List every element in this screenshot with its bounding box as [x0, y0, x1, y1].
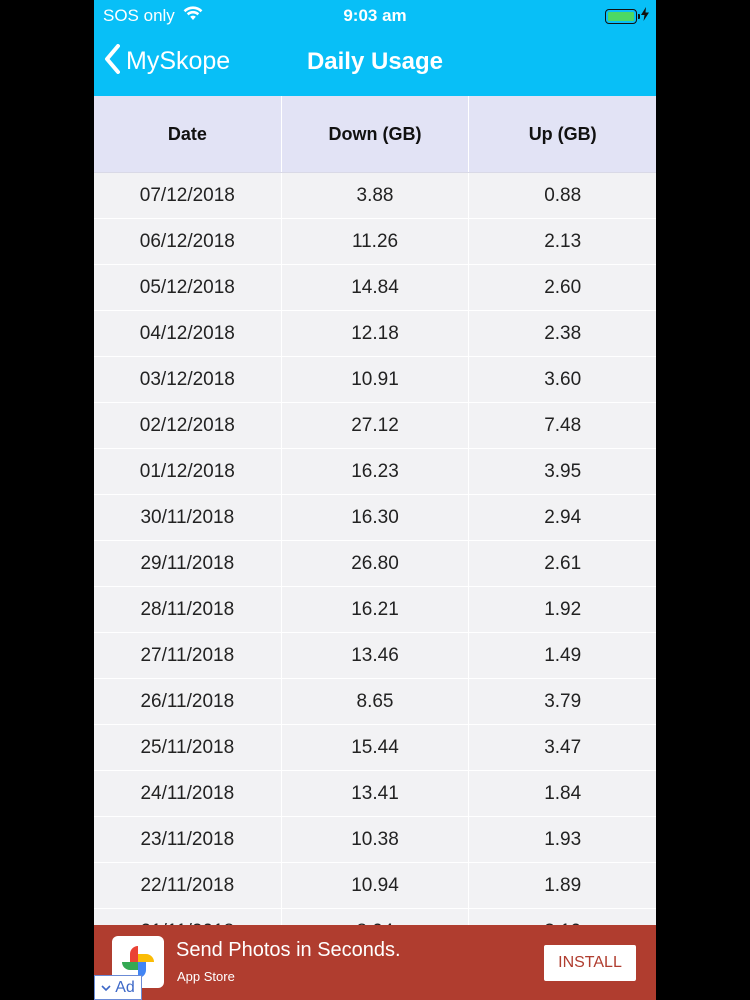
table-row: 05/12/2018 14.84 2.60: [94, 265, 656, 311]
up-cell: 3.47: [544, 736, 582, 758]
table-row: 22/11/2018 10.94 1.89: [94, 863, 656, 909]
up-cell: 1.93: [544, 828, 582, 850]
table-row: 01/12/2018 16.23 3.95: [94, 449, 656, 495]
down-cell: 12.18: [282, 311, 470, 356]
table-row: 29/11/2018 26.80 2.61: [94, 541, 656, 587]
table-header: Date Down (GB) Up (GB): [94, 96, 656, 173]
down-cell: 10.91: [282, 357, 470, 402]
table-body: 07/12/2018 3.88 0.88 06/12/2018 11.26 2.13 0…: [94, 173, 656, 925]
status-time: 9:03 am: [343, 6, 407, 25]
install-button[interactable]: INSTALL: [544, 945, 636, 981]
table-row: 06/12/2018 11.26 2.13: [94, 219, 656, 265]
date-cell: 07/12/2018: [94, 173, 282, 218]
down-cell: 15.44: [282, 725, 470, 770]
table-row: 27/11/2018 13.46 1.49: [94, 633, 656, 679]
up-cell: 3.79: [544, 690, 582, 712]
date-cell: 02/12/2018: [94, 403, 282, 448]
charging-bolt-icon: [641, 6, 649, 26]
date-cell: 01/12/2018: [94, 449, 282, 494]
down-cell: 8.94: [282, 909, 470, 925]
up-cell: 1.92: [544, 598, 582, 620]
table-row: 26/11/2018 8.65 3.79: [94, 679, 656, 725]
date-cell: 29/11/2018: [94, 541, 282, 586]
ad-subtitle: App Store: [177, 969, 235, 984]
date-cell: 05/12/2018: [94, 265, 282, 310]
ad-title: Send Photos in Seconds.: [176, 939, 401, 961]
date-cell: 25/11/2018: [94, 725, 282, 770]
down-cell: 10.38: [282, 817, 470, 862]
status-bar: SOS only 9:03 am: [94, 0, 656, 30]
down-cell: 26.80: [282, 541, 470, 586]
chevron-down-icon: [101, 979, 111, 997]
date-cell: 06/12/2018: [94, 219, 282, 264]
down-cell: 8.65: [282, 679, 470, 724]
table-row: 24/11/2018 13.41 1.84: [94, 771, 656, 817]
up-cell: 1.49: [544, 644, 582, 666]
table-row: 28/11/2018 16.21 1.92: [94, 587, 656, 633]
usage-table[interactable]: Date Down (GB) Up (GB) 07/12/2018 3.88 0.8…: [94, 96, 656, 925]
date-cell: 26/11/2018: [94, 679, 282, 724]
date-cell: 03/12/2018: [94, 357, 282, 402]
down-cell: 10.94: [282, 863, 470, 908]
down-cell: 13.46: [282, 633, 470, 678]
table-row: 30/11/2018 16.30 2.94: [94, 495, 656, 541]
date-cell: 22/11/2018: [94, 863, 282, 908]
date-cell: 24/11/2018: [94, 771, 282, 816]
up-cell: 1.84: [544, 782, 582, 804]
up-cell: 3.19: [469, 909, 656, 926]
date-cell: 30/11/2018: [94, 495, 282, 540]
column-header-date: Date: [94, 96, 282, 172]
down-cell: 16.21: [282, 587, 470, 632]
date-cell: 27/11/2018: [94, 633, 282, 678]
down-cell: 14.84: [282, 265, 470, 310]
up-cell: 3.60: [544, 368, 582, 390]
navigation-bar: MySkope Daily Usage: [94, 30, 656, 96]
ad-choices-badge[interactable]: Ad: [94, 975, 142, 1000]
down-cell: 27.12: [282, 403, 470, 448]
date-cell: 21/11/2018: [94, 909, 282, 925]
ad-banner[interactable]: Send Photos in Seconds. App Store INSTAL…: [94, 925, 656, 1000]
up-cell: 3.95: [544, 460, 582, 482]
battery-icon: [605, 8, 640, 24]
date-cell: 04/12/2018: [94, 311, 282, 356]
date-cell: 23/11/2018: [94, 817, 282, 862]
column-header-up: Up (GB): [528, 123, 597, 144]
up-cell: 2.61: [544, 552, 582, 574]
table-row: 03/12/2018 10.91 3.60: [94, 357, 656, 403]
up-cell: 2.60: [544, 276, 582, 298]
column-header-down: Down (GB): [282, 96, 470, 172]
table-row: 02/12/2018 27.12 7.48: [94, 403, 656, 449]
up-cell: 2.94: [544, 506, 582, 528]
table-row: 25/11/2018 15.44 3.47: [94, 725, 656, 771]
table-row: 07/12/2018 3.88 0.88: [94, 173, 656, 219]
down-cell: 16.30: [282, 495, 470, 540]
down-cell: 16.23: [282, 449, 470, 494]
table-row: 04/12/2018 12.18 2.38: [94, 311, 656, 357]
up-cell: 7.48: [544, 414, 582, 436]
down-cell: 11.26: [282, 219, 470, 264]
down-cell: 3.88: [282, 173, 470, 218]
up-cell: 1.89: [544, 874, 582, 896]
page-title: Daily Usage: [306, 48, 444, 75]
table-row: 23/11/2018 10.38 1.93: [94, 817, 656, 863]
up-cell: 2.38: [544, 322, 582, 344]
status-right: [605, 6, 649, 26]
table-row: 21/11/20188.943.19: [94, 909, 656, 925]
up-cell: 0.88: [544, 184, 582, 206]
down-cell: 13.41: [282, 771, 470, 816]
date-cell: 28/11/2018: [94, 587, 282, 632]
app-screen: SOS only 9:03 am MySkope Daily Usage Dat…: [94, 0, 656, 1000]
up-cell: 2.13: [544, 230, 582, 252]
ad-badge-label: Ad: [115, 978, 135, 996]
